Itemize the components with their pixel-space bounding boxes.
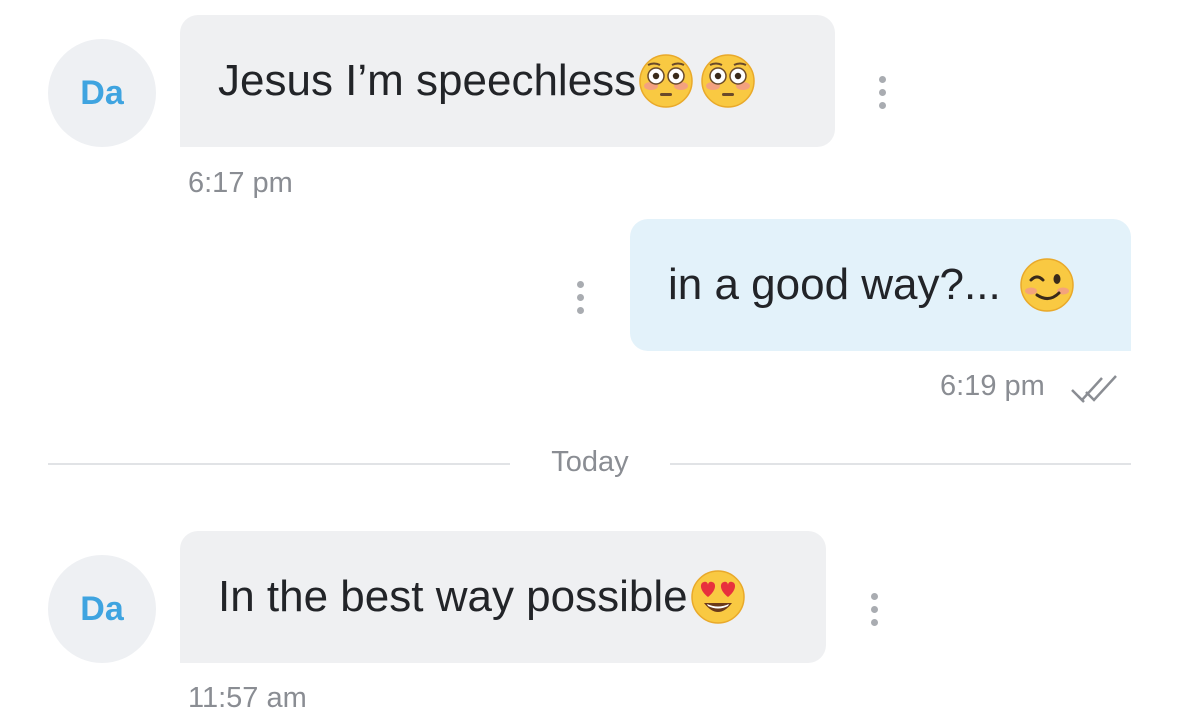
date-divider-line [48,463,510,465]
message-timestamp: 11:57 am [188,682,307,714]
message-bubble-incoming[interactable]: Jesus I’m speechless [180,15,835,147]
winking-face-emoji-icon [1019,258,1074,312]
message-options-icon[interactable] [878,76,886,109]
message-options-icon[interactable] [576,281,584,314]
message-options-icon[interactable] [870,593,878,626]
message-text: in a good way?... [668,260,1001,309]
flushed-face-emoji-icon [701,54,755,108]
sender-avatar[interactable]: Da [48,555,156,663]
message-bubble-incoming[interactable]: In the best way possible [180,531,826,663]
message-bubble-outgoing[interactable]: in a good way?... [630,219,1131,351]
message-text: Jesus I’m speechless [218,56,637,105]
sender-avatar[interactable]: Da [48,39,156,147]
message-timestamp: 6:19 pm [940,370,1045,402]
date-divider-line [670,463,1131,465]
date-separator: Today [551,446,629,478]
heart-eyes-face-emoji-icon [690,570,745,624]
double-check-read-icon [1071,375,1117,403]
flushed-face-emoji-icon [639,54,693,108]
message-timestamp: 6:17 pm [188,167,293,199]
message-text: In the best way possible [218,572,688,621]
